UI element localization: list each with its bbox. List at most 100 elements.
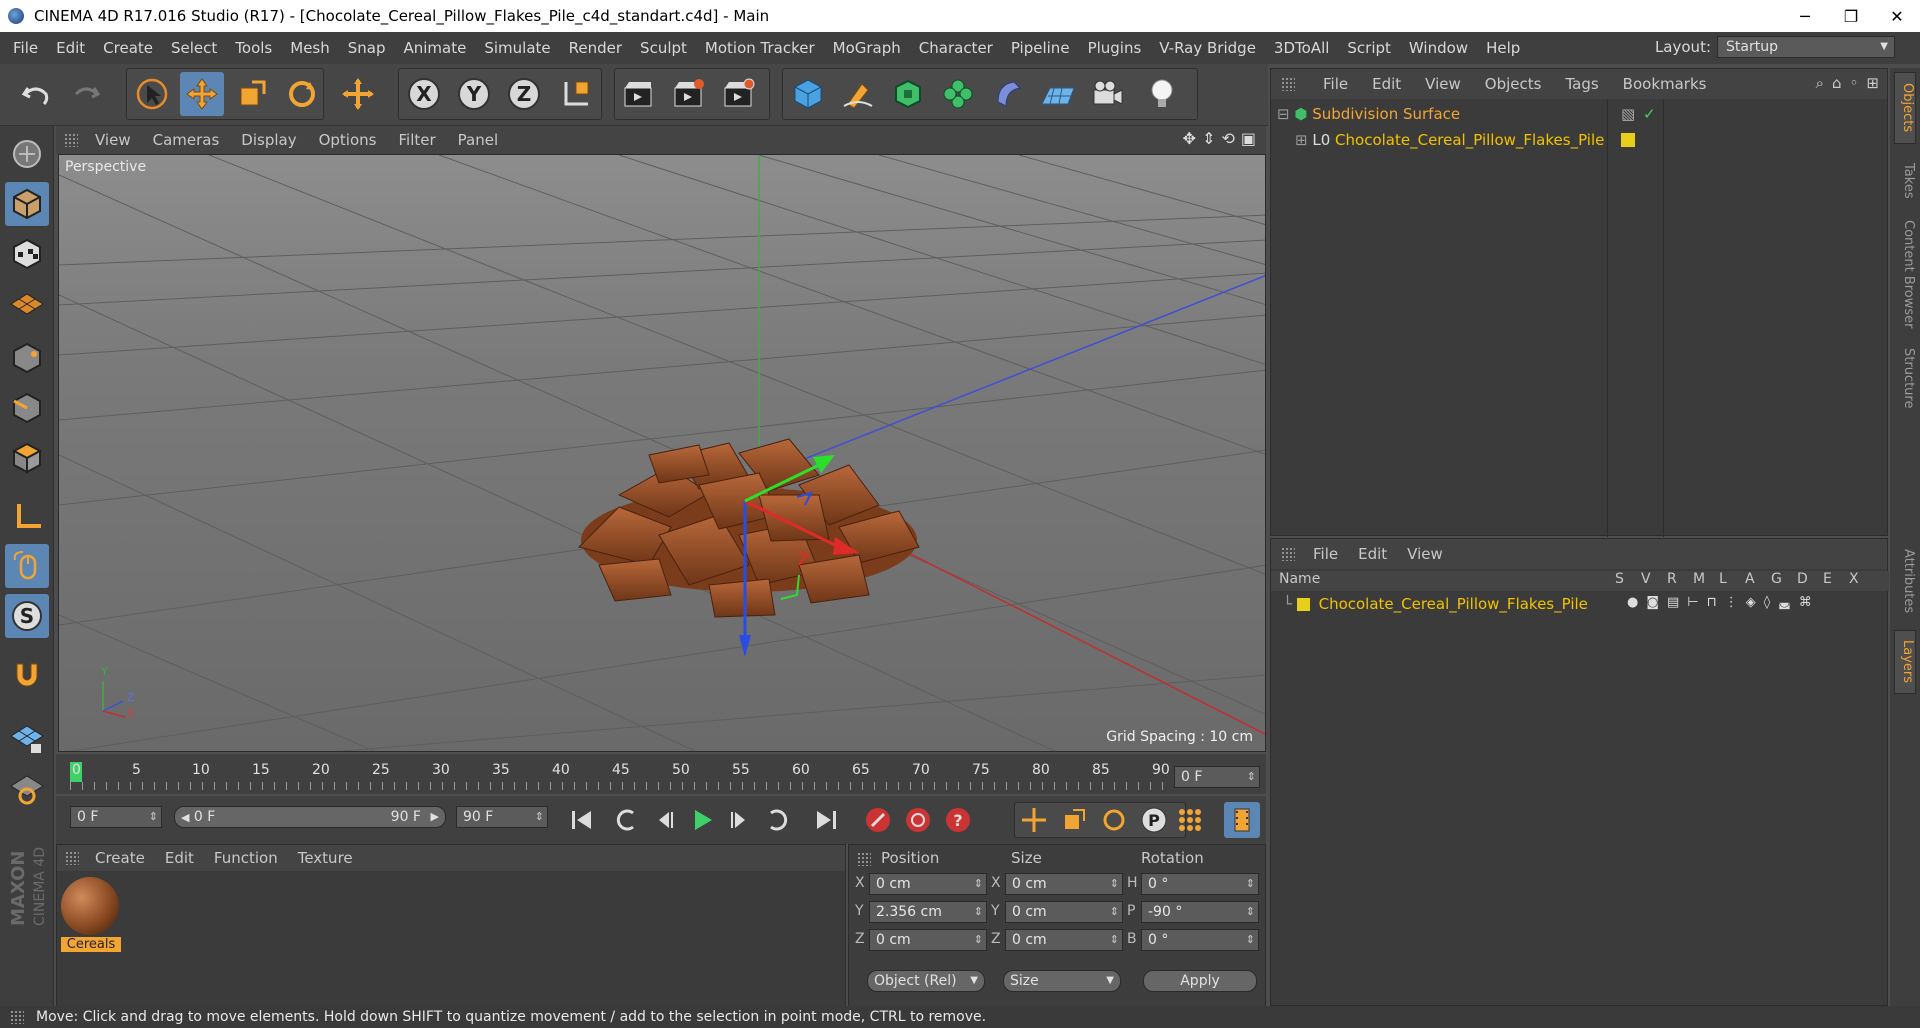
render-settings-button[interactable] xyxy=(716,72,760,116)
minimize-button[interactable]: ─ xyxy=(1782,0,1828,32)
axis-mode-button[interactable] xyxy=(5,494,49,538)
tab-takes[interactable]: Takes xyxy=(1894,154,1916,208)
next-key-button[interactable] xyxy=(760,802,796,838)
menu-script[interactable]: Script xyxy=(1338,39,1400,57)
viewport-menu-filter[interactable]: Filter xyxy=(387,131,446,149)
go-to-end-button[interactable] xyxy=(808,802,844,838)
menu-mograph[interactable]: MoGraph xyxy=(824,39,910,57)
solo-button[interactable]: S xyxy=(5,594,49,638)
current-frame-field[interactable]: 0 F xyxy=(1174,766,1260,788)
menu-file[interactable]: File xyxy=(4,39,47,57)
viewport-menu-view[interactable]: View xyxy=(84,131,142,149)
layers-menu-edit[interactable]: Edit xyxy=(1348,545,1397,563)
menu-select[interactable]: Select xyxy=(162,39,226,57)
end-frame-field[interactable]: 90 F xyxy=(456,806,548,828)
texture-mode-button[interactable] xyxy=(5,232,49,276)
perspective-viewport[interactable]: Y Z X Perspective Grid Spacing : 10 cm xyxy=(58,154,1266,752)
menu-vray-bridge[interactable]: V-Ray Bridge xyxy=(1150,39,1265,57)
close-button[interactable]: ✕ xyxy=(1874,0,1920,32)
viewport-pan-icon[interactable]: ✥ xyxy=(1183,129,1196,148)
position-field[interactable]: 0 cm xyxy=(869,929,987,951)
layer-column-g[interactable]: G xyxy=(1771,571,1782,587)
layers-menu-view[interactable]: View xyxy=(1397,545,1453,563)
menu-3dtoall[interactable]: 3DToAll xyxy=(1265,39,1338,57)
deformer-button[interactable] xyxy=(986,72,1030,116)
go-to-start-button[interactable] xyxy=(564,802,600,838)
undo-button[interactable] xyxy=(14,72,58,116)
menu-plugins[interactable]: Plugins xyxy=(1079,39,1151,57)
objects-menu-file[interactable]: File xyxy=(1311,75,1360,93)
render-picture-viewer-button[interactable] xyxy=(666,72,710,116)
objects-menu-tags[interactable]: Tags xyxy=(1553,75,1610,93)
live-selection-button[interactable] xyxy=(130,72,174,116)
next-frame-button[interactable] xyxy=(722,802,758,838)
timeline-editor-button[interactable] xyxy=(1224,802,1260,838)
menu-motion-tracker[interactable]: Motion Tracker xyxy=(696,39,824,57)
layer-column-d[interactable]: D xyxy=(1797,571,1808,587)
timeline-ruler[interactable]: 0 5 10 15 20 25 30 35 40 45 50 55 60 65 70 75 80 85 90 0 F xyxy=(56,754,1266,794)
menu-simulate[interactable]: Simulate xyxy=(475,39,559,57)
layer-flag-icons[interactable]: ●◙▤⊢⊓⋮◈◊◛⌘ xyxy=(1627,595,1820,610)
move-tool-button[interactable] xyxy=(180,72,224,116)
z-axis-lock-button[interactable]: Z xyxy=(502,72,546,116)
menu-window[interactable]: Window xyxy=(1400,39,1477,57)
material-menu-function[interactable]: Function xyxy=(204,849,288,867)
tab-objects[interactable]: Objects xyxy=(1894,72,1916,144)
scale-tool-button[interactable] xyxy=(230,72,274,116)
make-editable-button[interactable] xyxy=(5,132,49,176)
viewport-menu-panel[interactable]: Panel xyxy=(447,131,509,149)
position-field[interactable]: 2.356 cm xyxy=(869,901,987,923)
rotation-field[interactable]: -90 ° xyxy=(1141,901,1259,923)
menu-character[interactable]: Character xyxy=(910,39,1002,57)
tab-structure[interactable]: Structure xyxy=(1894,342,1916,414)
previous-frame-button[interactable] xyxy=(646,802,682,838)
tab-attributes[interactable]: Attributes xyxy=(1894,538,1916,624)
cloner-button[interactable] xyxy=(936,72,980,116)
layer-column-v[interactable]: V xyxy=(1641,571,1651,587)
render-view-button[interactable] xyxy=(616,72,660,116)
key-position-button[interactable] xyxy=(1016,802,1052,838)
camera-button[interactable] xyxy=(1086,72,1130,116)
material-menu-edit[interactable]: Edit xyxy=(155,849,204,867)
polygons-mode-button[interactable] xyxy=(5,436,49,480)
menu-edit[interactable]: Edit xyxy=(47,39,94,57)
coordinate-mode-dropdown[interactable]: Object (Rel) ▼ xyxy=(867,970,985,992)
position-field[interactable]: 0 cm xyxy=(869,873,987,895)
viewport-zoom-icon[interactable]: ⇕ xyxy=(1202,129,1215,148)
record-button[interactable] xyxy=(860,802,896,838)
home-icon[interactable]: ⌂ xyxy=(1832,74,1842,92)
light-button[interactable] xyxy=(1140,72,1184,116)
layer-column-m[interactable]: M xyxy=(1693,571,1705,587)
enable-toggle-icon[interactable]: ▧ xyxy=(1621,105,1635,123)
menu-animate[interactable]: Animate xyxy=(395,39,476,57)
menu-render[interactable]: Render xyxy=(560,39,631,57)
layout-dropdown[interactable]: Startup ▼ xyxy=(1717,36,1895,58)
workplane-mode-button[interactable] xyxy=(5,282,49,326)
points-mode-button[interactable] xyxy=(5,336,49,380)
size-mode-dropdown[interactable]: Size ▼ xyxy=(1003,970,1121,992)
layer-column-l[interactable]: L xyxy=(1719,571,1727,587)
previous-key-button[interactable] xyxy=(608,802,644,838)
frame-range-slider[interactable]: ◀ 0 F 90 F ▶ xyxy=(174,806,446,828)
transform-tool-button[interactable] xyxy=(336,72,380,116)
floor-button[interactable] xyxy=(1036,72,1080,116)
rotation-field[interactable]: 0 ° xyxy=(1141,929,1259,951)
layer-color-swatch[interactable] xyxy=(1296,598,1310,611)
layers-menu-file[interactable]: File xyxy=(1303,545,1348,563)
keyframe-selection-button[interactable]: ? xyxy=(940,802,976,838)
autokey-button[interactable] xyxy=(900,802,936,838)
cereal-pile-model[interactable] xyxy=(578,438,920,618)
check-icon[interactable]: ✓ xyxy=(1643,105,1656,123)
x-axis-lock-button[interactable]: X xyxy=(402,72,446,116)
menu-tools[interactable]: Tools xyxy=(226,39,281,57)
viewport-menu-cameras[interactable]: Cameras xyxy=(142,131,231,149)
material-swatch[interactable]: Cereals xyxy=(61,877,121,957)
key-pla-button[interactable] xyxy=(1172,802,1208,838)
viewport-menu-display[interactable]: Display xyxy=(230,131,307,149)
viewport-layout-icon[interactable]: ▣ xyxy=(1241,129,1256,148)
objects-menu-bookmarks[interactable]: Bookmarks xyxy=(1611,75,1719,93)
size-field[interactable]: 0 cm xyxy=(1005,873,1123,895)
object-row-subdivision[interactable]: ⊟ ⬢ Subdivision Surface ▧ ✓ xyxy=(1277,105,1877,127)
layer-row[interactable]: └ Chocolate_Cereal_Pillow_Flakes_Pile ●◙… xyxy=(1283,595,1883,617)
size-field[interactable]: 0 cm xyxy=(1005,929,1123,951)
